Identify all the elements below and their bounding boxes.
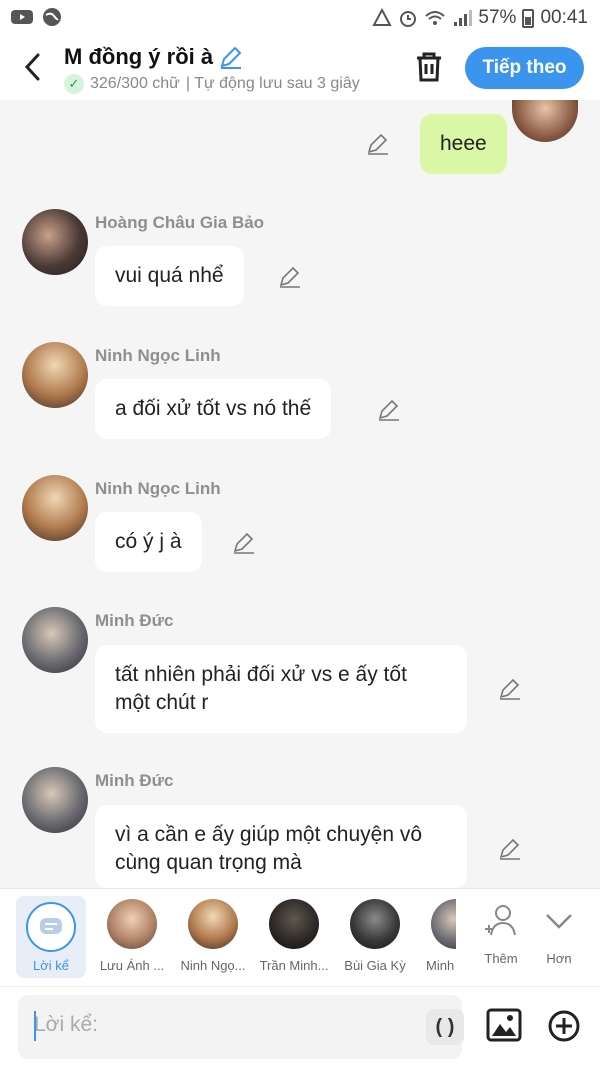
character-label: Trần Minh... [259, 958, 329, 973]
avatar[interactable] [22, 607, 88, 673]
character-item[interactable]: Trần Minh... [254, 889, 334, 987]
youtube-icon [11, 10, 33, 24]
narrator-button[interactable]: Lời kể [16, 896, 86, 978]
edit-icon[interactable] [498, 836, 522, 860]
narrator-icon [26, 902, 76, 952]
page-title: M đồng ý rồi à [64, 44, 214, 69]
character-label: Minh [426, 958, 455, 973]
narrator-label: Lời kể [33, 958, 69, 973]
edit-icon[interactable] [278, 264, 302, 288]
edit-title-icon[interactable] [218, 44, 244, 70]
avatar[interactable] [22, 475, 88, 541]
clock: 00:41 [540, 7, 588, 28]
sender-name: Minh Đức [95, 771, 174, 790]
character-item[interactable]: Ninh Ngọ... [173, 889, 253, 987]
character-item[interactable]: Bùi Gia Kỳ [335, 889, 415, 987]
sender-name: Ninh Ngọc Linh [95, 479, 221, 498]
edit-icon[interactable] [498, 676, 522, 700]
battery-percent: 57% [478, 7, 517, 28]
avatar [350, 899, 400, 949]
add-user-icon [485, 905, 516, 936]
action-parenthesis-button[interactable]: ( ) [426, 1009, 464, 1045]
avatar [188, 899, 238, 949]
sender-name: Hoàng Châu Gia Bảo [95, 213, 265, 232]
chevron-down-icon [546, 914, 572, 929]
avatar [107, 899, 157, 949]
character-label: Lưu Ánh ... [99, 958, 165, 973]
edit-icon[interactable] [366, 131, 390, 155]
message-input[interactable]: Lời kể: ( ) [18, 995, 464, 1059]
avatar[interactable] [22, 342, 88, 408]
avatar [269, 899, 319, 949]
avatar[interactable] [512, 100, 578, 142]
status-bar: 57% 00:41 [0, 0, 600, 36]
message-bubble[interactable]: a đối xử tốt vs nó thế [95, 379, 332, 439]
message-bubble[interactable]: có ý j à [95, 512, 202, 572]
character-strip: Lời kể Lưu Ánh ... Ninh Ngọ... Trần Minh… [0, 888, 600, 986]
plus-icon[interactable] [547, 1009, 581, 1043]
autosave-text: | Tự động lưu sau 3 giây [185, 75, 360, 92]
more-button[interactable]: Hơn [524, 889, 594, 987]
avatar [431, 899, 456, 949]
next-button[interactable]: Tiếp theo [465, 47, 584, 89]
image-icon[interactable] [486, 1008, 522, 1042]
character-item[interactable]: Minh [416, 889, 456, 987]
input-bar: Lời kể: ( ) [0, 986, 600, 1067]
message-bubble[interactable]: vì a cần e ấy giúp một chuyện vô cùng qu… [95, 805, 467, 888]
header: M đồng ý rồi à ✓ 326/300 chữ | Tự động l… [0, 36, 600, 100]
sender-name: Minh Đức [95, 611, 174, 630]
sender-name: Ninh Ngọc Linh [95, 346, 221, 365]
subtitle: ✓ 326/300 chữ | Tự động lưu sau 3 giây [64, 74, 360, 94]
message-bubble[interactable]: heee [420, 114, 507, 174]
signal-icon [454, 10, 473, 26]
wifi-icon [425, 11, 446, 25]
back-icon[interactable] [20, 50, 46, 84]
message-bubble[interactable]: tất nhiên phải đối xử vs e ấy tốt một ch… [95, 645, 467, 733]
text-caret [34, 1011, 36, 1041]
trash-icon[interactable] [414, 50, 444, 84]
alarm-icon [400, 11, 417, 27]
battery-icon [522, 9, 535, 28]
recycle-icon [372, 8, 393, 26]
browser-icon [43, 8, 61, 26]
character-item[interactable]: Lưu Ánh ... [92, 889, 172, 987]
character-label: Ninh Ngọ... [180, 958, 246, 973]
check-icon: ✓ [64, 74, 84, 94]
char-counter: 326/300 chữ [90, 75, 180, 92]
edit-icon[interactable] [377, 397, 401, 421]
character-label: Bùi Gia Kỳ [344, 958, 406, 973]
more-label: Hơn [546, 951, 572, 966]
edit-icon[interactable] [232, 530, 256, 554]
avatar[interactable] [22, 209, 88, 275]
input-placeholder: Lời kể: [34, 1013, 98, 1036]
message-bubble[interactable]: vui quá nhể [95, 246, 244, 306]
avatar[interactable] [22, 767, 88, 833]
